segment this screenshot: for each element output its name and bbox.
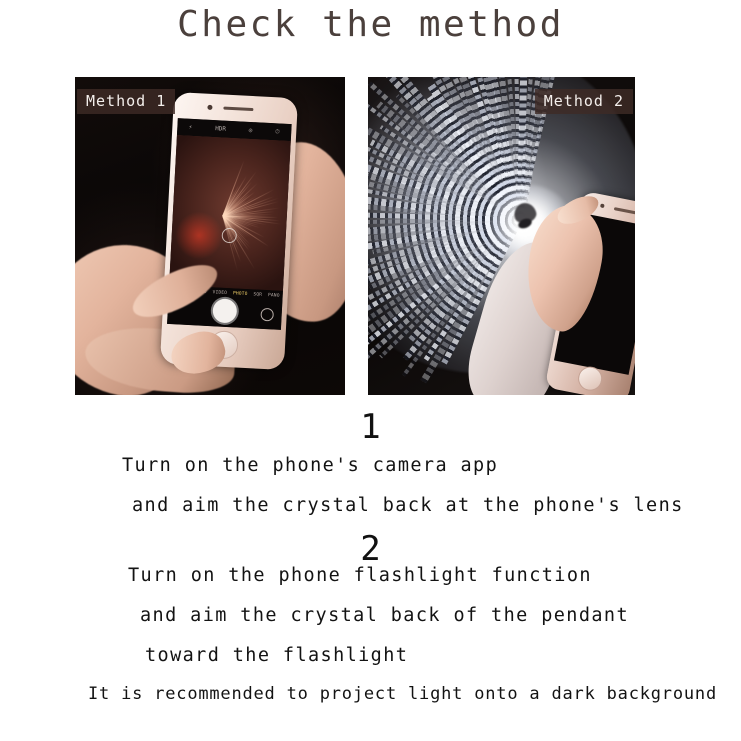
step-2-line-2: and aim the crystal back of the pendant — [0, 596, 741, 636]
flip-camera-icon — [260, 308, 274, 322]
instructions: 1 Turn on the phone's camera app and aim… — [0, 400, 741, 712]
step-1-line-2: and aim the crystal back at the phone's … — [0, 486, 741, 526]
step-1-line-1: Turn on the phone's camera app — [0, 446, 741, 486]
live-photo-icon: ◎ — [249, 127, 253, 134]
recommendation-note: It is recommended to project light onto … — [0, 676, 741, 712]
flash-icon: ⚡ — [189, 124, 193, 131]
mode-photo: PHOTO — [233, 291, 248, 297]
mode-video: VIDEO — [212, 290, 227, 296]
earpiece-speaker — [614, 207, 635, 215]
method-2-label: Method 2 — [535, 89, 633, 114]
earpiece-speaker — [223, 107, 253, 112]
timer-icon: ⏱ — [275, 128, 280, 136]
shutter-button — [212, 298, 237, 323]
hdr-icon: HDR — [215, 125, 226, 133]
step-1-number: 1 — [0, 408, 741, 446]
front-camera-icon — [600, 203, 605, 208]
page-title: Check the method — [0, 4, 741, 45]
step-2-line-1: Turn on the phone flashlight function — [0, 556, 741, 596]
front-camera-icon — [207, 105, 212, 110]
photo-row: ⚡ HDR ◎ ⏱ TIME SLO-MO VIDEO PHOTO SQR — [0, 77, 741, 397]
iphone-camera-app: ⚡ HDR ◎ ⏱ TIME SLO-MO VIDEO PHOTO SQR — [160, 92, 298, 370]
mode-pano: PANO — [268, 293, 280, 299]
method-2-photo: Method 2 — [368, 77, 635, 395]
step-2-line-3: toward the flashlight — [0, 636, 741, 676]
method-1-label: Method 1 — [77, 89, 175, 114]
method-1-photo: ⚡ HDR ◎ ⏱ TIME SLO-MO VIDEO PHOTO SQR — [75, 77, 345, 395]
mode-square: SQR — [253, 292, 262, 297]
